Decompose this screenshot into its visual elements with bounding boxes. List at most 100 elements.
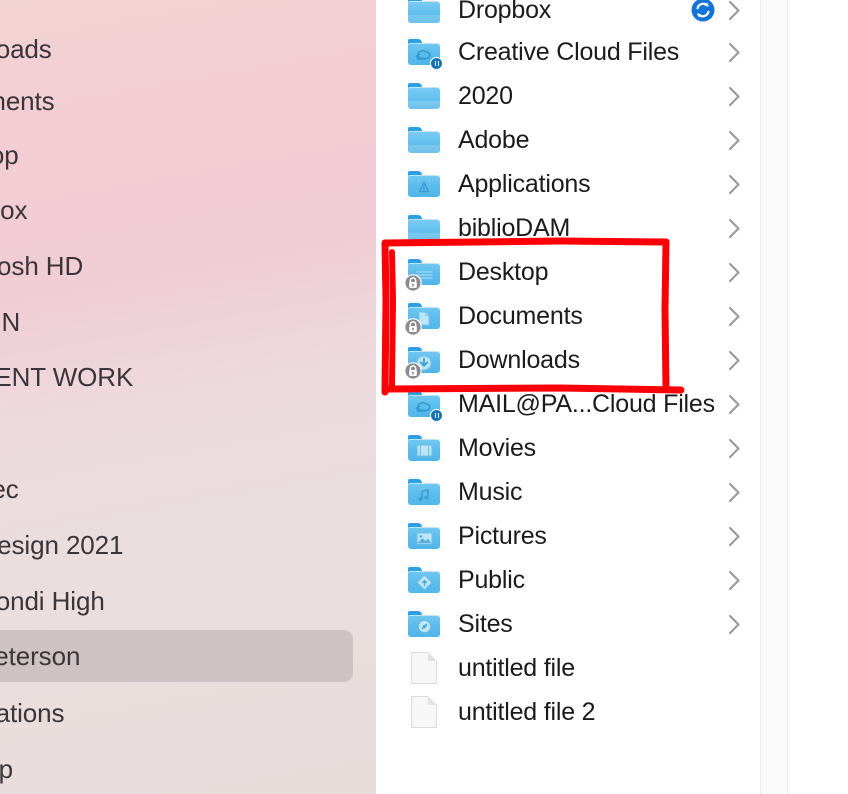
sidebar-item-e-bondi-high[interactable]: e Bondi High (0, 575, 353, 627)
document-blank-icon (407, 695, 441, 729)
file-list-row-untitled-file[interactable]: untitled file (376, 646, 760, 690)
sidebar-item-label: wnloads (0, 34, 52, 64)
folder-shape (408, 0, 440, 23)
folder-movies-glyph (414, 443, 434, 458)
file-name-label: biblioDAM (458, 215, 571, 241)
chevron-right-icon[interactable] (722, 350, 746, 371)
folder-public-glyph (414, 575, 434, 590)
file-list-row-2020[interactable]: 2020 (376, 74, 760, 118)
file-name-label: 2020 (458, 83, 513, 109)
folder-shape (408, 435, 440, 461)
finder-file-list-column: Dropbox Creative Cloud Files 2020 Adobe … (376, 0, 760, 794)
sidebar-item-ulpeterson[interactable]: ulPeterson (0, 630, 353, 682)
folder-shape (408, 523, 440, 549)
file-list-row-music[interactable]: Music (376, 470, 760, 514)
sidebar-item-plications[interactable]: plications (0, 687, 353, 739)
file-list-row-applications[interactable]: Applications (376, 162, 760, 206)
lock-badge-icon (404, 274, 422, 292)
file-name-label: Desktop (458, 259, 549, 285)
chevron-right-icon[interactable] (722, 86, 746, 107)
sidebar-item-label: cintosh HD (0, 251, 84, 281)
file-list-row-bibliodam[interactable]: biblioDAM (376, 206, 760, 250)
sidebar-item-t-dec[interactable]: t-Dec (0, 463, 353, 515)
chevron-right-icon[interactable] (722, 438, 746, 459)
folder-shape (408, 171, 440, 197)
file-list-row-adobe[interactable]: Adobe (376, 118, 760, 162)
file-list-row-movies[interactable]: Movies (376, 426, 760, 470)
file-list-row-desktop[interactable]: Desktop (376, 250, 760, 294)
folder-shape (408, 215, 440, 241)
file-list-row-creative-cloud-files[interactable]: Creative Cloud Files (376, 30, 760, 74)
file-list-row-pictures[interactable]: Pictures (376, 514, 760, 558)
folder-applications-icon (407, 167, 441, 201)
file-name-label: Music (458, 479, 523, 505)
file-list-row-dropbox[interactable]: Dropbox (376, 0, 760, 32)
file-list-row-documents[interactable]: Documents (376, 294, 760, 338)
chevron-right-icon[interactable] (722, 0, 746, 21)
lock-badge-icon (404, 318, 422, 336)
file-name-label: Pictures (458, 523, 547, 549)
folder-plain-icon (407, 79, 441, 113)
folder-pictures-icon (407, 519, 441, 553)
sidebar-item-drop[interactable]: Drop (0, 743, 353, 794)
chevron-right-icon[interactable] (722, 614, 746, 635)
file-name-label: Adobe (458, 127, 530, 153)
folder-shape (408, 83, 440, 109)
file-list-row-untitled-file-2[interactable]: untitled file 2 (376, 690, 760, 734)
chevron-right-icon[interactable] (722, 482, 746, 503)
file-name-label: Public (458, 567, 525, 593)
folder-public-icon (407, 563, 441, 597)
sidebar-item-label: opbox (0, 195, 28, 225)
file-name-label: untitled file 2 (458, 699, 596, 725)
sidebar-item-sktop[interactable]: sktop (0, 129, 353, 181)
chevron-right-icon[interactable] (722, 174, 746, 195)
finder-column-divider (760, 0, 788, 794)
chevron-right-icon[interactable] (722, 570, 746, 591)
chevron-right-icon[interactable] (722, 130, 746, 151)
folder-desktop-icon (404, 255, 441, 292)
sidebar-item-label: cuments (0, 86, 55, 116)
file-name-label: untitled file (458, 655, 575, 681)
blank-document-icon (411, 652, 437, 684)
sidebar-item-sign[interactable]: SIGN (0, 296, 353, 348)
folder-creative-cloud-icon (407, 387, 443, 422)
chevron-right-icon[interactable] (722, 42, 746, 63)
sidebar-item-cintosh-hd[interactable]: cintosh HD (0, 240, 353, 292)
finder-column-view-screenshot: es wnloads cuments sktop opbox cintosh HD SIGN… (0, 0, 848, 794)
sidebar-item-label: Drop (0, 754, 13, 784)
sidebar-item-es[interactable]: es (0, 408, 353, 460)
sidebar-item-b-design-2021[interactable]: b Design 2021 (0, 519, 353, 571)
sidebar-item-label: e Bondi High (0, 586, 105, 616)
dropbox-sync-badge-icon (690, 0, 716, 23)
sidebar-item-label: b Design 2021 (0, 530, 124, 560)
sidebar-item-label: sktop (0, 140, 19, 170)
folder-body (408, 87, 440, 109)
document-blank-icon (407, 651, 441, 685)
file-list-row-public[interactable]: Public (376, 558, 760, 602)
blank-document-icon (411, 696, 437, 728)
file-name-label: Dropbox (458, 0, 552, 23)
chevron-right-icon[interactable] (722, 306, 746, 327)
sidebar-item-opbox[interactable]: opbox (0, 184, 353, 236)
chevron-right-icon[interactable] (722, 218, 746, 239)
sidebar-item-label: t-Dec (0, 474, 19, 504)
folder-applications-glyph (414, 179, 434, 194)
sidebar-item-cuments[interactable]: cuments (0, 75, 353, 127)
creative-cloud-paused-badge-icon (430, 409, 443, 422)
folder-pictures-glyph (414, 531, 434, 546)
file-list-row-mail-pa-cloud-files[interactable]: MAIL@PA...Cloud Files (376, 382, 760, 426)
sidebar-item-label: plications (0, 698, 65, 728)
file-name-label: MAIL@PA...Cloud Files (458, 391, 715, 417)
folder-music-icon (407, 475, 441, 509)
file-list-row-sites[interactable]: Sites (376, 602, 760, 646)
finder-next-column (789, 0, 848, 794)
chevron-right-icon[interactable] (722, 394, 746, 415)
folder-plain-icon (407, 123, 441, 157)
chevron-right-icon[interactable] (722, 526, 746, 547)
file-name-label: Creative Cloud Files (458, 39, 680, 65)
file-list-row-downloads[interactable]: Downloads (376, 338, 760, 382)
sidebar-item-label: RRENT WORK (0, 362, 134, 392)
sidebar-item-wnloads[interactable]: wnloads (0, 23, 353, 75)
sidebar-item-rrent-work[interactable]: RRENT WORK (0, 351, 353, 403)
chevron-right-icon[interactable] (722, 262, 746, 283)
